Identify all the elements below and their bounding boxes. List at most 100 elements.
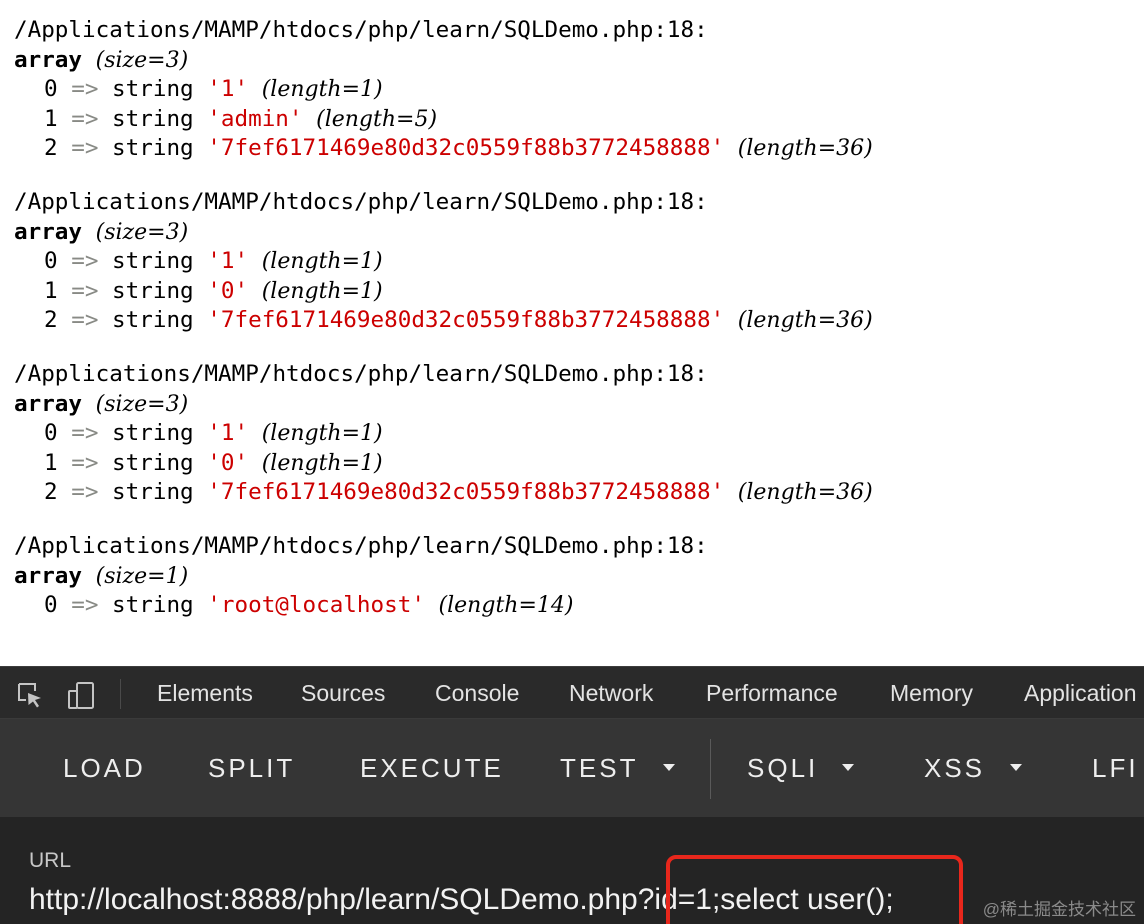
entry-index: 2 [44,307,58,333]
devtools-tab-bar: Elements Sources Console Network Perform… [0,666,1144,719]
array-size: (size=3) [95,391,189,417]
entry-value: '0' [207,449,249,476]
entry-arrow: => [71,135,99,161]
chevron-down-icon[interactable] [842,764,854,771]
entry-type: string [112,592,194,618]
array-entry: 2 => string '7fef6171469e80d32c0559f88b3… [14,134,873,164]
var-dump-block: /Applications/MAMP/htdocs/php/learn/SQLD… [14,188,873,336]
tab-network[interactable]: Network [569,667,653,720]
sqli-dropdown-button[interactable]: SQLI [747,719,818,817]
entry-index: 1 [44,449,58,476]
watermark: @稀土掘金技术社区 [982,900,1136,919]
entry-arrow: => [71,307,99,333]
entry-value: '7fef6171469e80d32c0559f88b3772458888' [207,479,725,505]
var-dump-output: /Applications/MAMP/htdocs/php/learn/SQLD… [0,0,1144,666]
url-label: URL [29,849,72,872]
entry-type: string [112,479,194,505]
chevron-down-icon[interactable] [1010,764,1022,771]
tab-performance[interactable]: Performance [706,667,838,720]
dump-file-path: /Applications/MAMP/htdocs/php/learn/SQLD… [14,533,708,559]
entry-index: 1 [44,277,58,304]
entry-index: 0 [44,420,58,446]
entry-value: '1' [207,76,249,102]
entry-length: (length=1) [261,421,383,446]
entry-value: '7fef6171469e80d32c0559f88b3772458888' [207,307,725,333]
entry-index: 2 [44,479,58,505]
entry-arrow: => [71,277,99,304]
load-button[interactable]: LOAD [63,719,146,817]
dump-file-path: /Applications/MAMP/htdocs/php/learn/SQLD… [14,189,708,215]
array-entry: 2 => string '7fef6171469e80d32c0559f88b3… [14,478,873,508]
entry-index: 2 [44,135,58,161]
tab-application[interactable]: Application [1024,667,1137,720]
var-dump-block: /Applications/MAMP/htdocs/php/learn/SQLD… [14,532,708,621]
entry-type: string [112,449,194,476]
tab-sources[interactable]: Sources [301,667,385,720]
entry-value: 'admin' [207,105,303,132]
array-size: (size=3) [95,219,189,245]
entry-length: (length=14) [438,593,574,618]
annotation-highlight-box [666,855,963,924]
entry-type: string [112,277,194,304]
entry-arrow: => [71,420,99,446]
entry-index: 0 [44,248,58,274]
entry-length: (length=5) [316,106,438,132]
split-button[interactable]: SPLIT [208,719,295,817]
chevron-down-icon[interactable] [663,764,675,771]
entry-index: 0 [44,592,58,618]
url-panel: URL http://localhost:8888/php/learn/SQLD… [0,817,1144,924]
toolbar-divider [710,739,711,799]
entry-arrow: => [71,479,99,505]
entry-arrow: => [71,76,99,102]
entry-index: 1 [44,105,58,132]
entry-index: 0 [44,76,58,102]
entry-arrow: => [71,449,99,476]
lfi-dropdown-button[interactable]: LFI [1092,719,1139,817]
test-dropdown-button[interactable]: TEST [560,719,638,817]
xss-dropdown-button[interactable]: XSS [924,719,985,817]
execute-button[interactable]: EXECUTE [360,719,504,817]
entry-type: string [112,105,194,132]
entry-type: string [112,248,194,274]
entry-type: string [112,135,194,161]
entry-length: (length=1) [261,249,383,274]
entry-length: (length=36) [737,136,873,161]
var-dump-block: /Applications/MAMP/htdocs/php/learn/SQLD… [14,16,873,164]
array-keyword: array [14,46,83,73]
entry-arrow: => [71,592,99,618]
array-entry: 1 => string 'admin' (length=5) [14,105,873,135]
entry-length: (length=1) [261,77,383,102]
entry-type: string [112,307,194,333]
entry-value: '1' [207,248,249,274]
device-toolbar-icon[interactable] [66,680,96,710]
array-size: (size=3) [95,47,189,73]
array-entry: 1 => string '0' (length=1) [14,449,873,479]
entry-value: '7fef6171469e80d32c0559f88b3772458888' [207,135,725,161]
entry-length: (length=1) [261,450,383,476]
entry-value: '1' [207,420,249,446]
entry-value: 'root@localhost' [207,592,425,618]
array-size: (size=1) [95,563,189,589]
entry-value: '0' [207,277,249,304]
entry-type: string [112,420,194,446]
entry-arrow: => [71,105,99,132]
dump-file-path: /Applications/MAMP/htdocs/php/learn/SQLD… [14,361,708,387]
var-dump-block: /Applications/MAMP/htdocs/php/learn/SQLD… [14,360,873,508]
entry-arrow: => [71,248,99,274]
inspect-element-icon[interactable] [15,680,45,710]
array-entry: 1 => string '0' (length=1) [14,277,873,307]
tab-memory[interactable]: Memory [890,667,973,720]
entry-length: (length=36) [737,480,873,505]
array-entry: 2 => string '7fef6171469e80d32c0559f88b3… [14,306,873,336]
array-keyword: array [14,562,83,589]
entry-type: string [112,76,194,102]
tab-elements[interactable]: Elements [157,667,253,720]
array-entry: 0 => string 'root@localhost' (length=14) [14,591,708,621]
hackbar-toolbar: LOAD SPLIT EXECUTE TEST SQLI XSS LFI [0,719,1144,817]
entry-length: (length=1) [261,278,383,304]
tab-console[interactable]: Console [435,667,519,720]
devtools-panel: Elements Sources Console Network Perform… [0,666,1144,924]
entry-length: (length=36) [737,308,873,333]
array-entry: 0 => string '1' (length=1) [14,247,873,277]
array-keyword: array [14,390,83,417]
